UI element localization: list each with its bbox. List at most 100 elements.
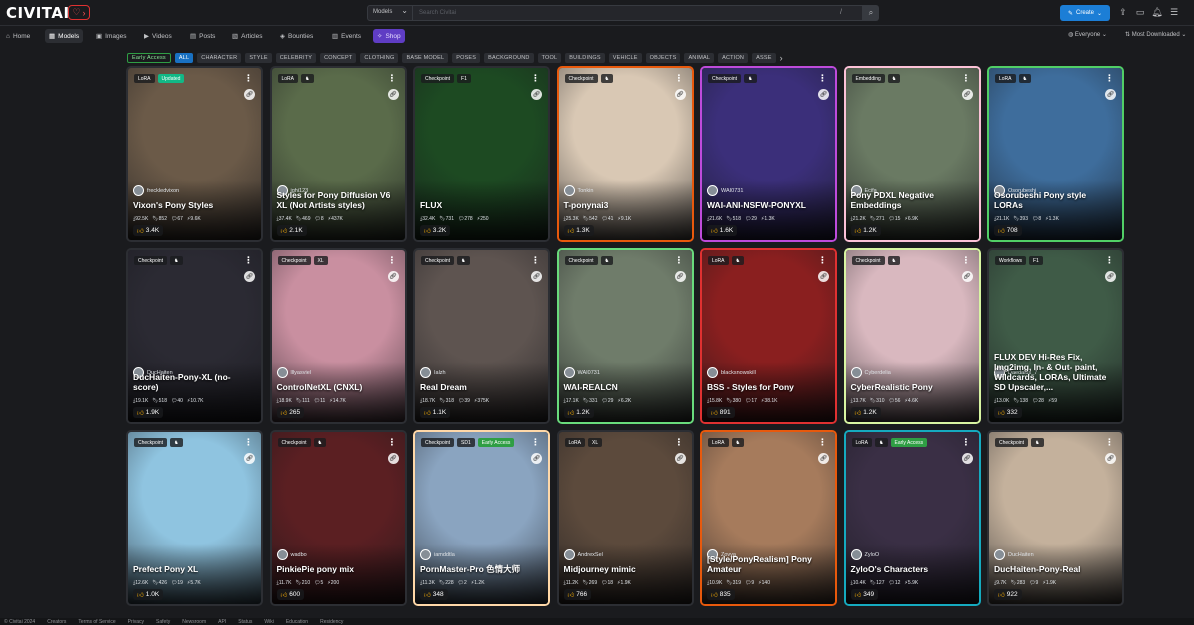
- link-icon[interactable]: 🔗︎: [531, 271, 542, 282]
- chip-concept[interactable]: CONCEPT: [320, 52, 357, 63]
- model-card[interactable]: LoRA ♞ ⋮ 🔗︎ Zovya [Style/PonyRealism] Pony Am…: [700, 430, 837, 606]
- link-icon[interactable]: 🔗︎: [387, 89, 399, 100]
- link-icon[interactable]: 🔗︎: [818, 89, 829, 100]
- model-title[interactable]: FLUX: [420, 200, 543, 210]
- more-options-icon[interactable]: ⋮: [962, 255, 971, 266]
- chevron-right-icon[interactable]: ›: [780, 53, 783, 63]
- chip-action[interactable]: ACTION: [718, 52, 749, 63]
- link-icon[interactable]: 🔗︎: [531, 453, 542, 464]
- chip-background[interactable]: BACKGROUND: [484, 52, 534, 63]
- model-title[interactable]: DucHaiten-Pony-Real: [994, 564, 1117, 574]
- link-icon[interactable]: 🔗︎: [1105, 271, 1116, 282]
- link-icon[interactable]: 🔗︎: [961, 453, 973, 464]
- link-icon[interactable]: 🔗︎: [531, 89, 542, 100]
- link-icon[interactable]: 🔗︎: [244, 89, 255, 100]
- link-icon[interactable]: 🔗︎: [818, 453, 829, 464]
- link-icon[interactable]: 🔗︎: [961, 89, 973, 100]
- footer-link[interactable]: API: [218, 619, 226, 625]
- more-options-icon[interactable]: ⋮: [962, 437, 971, 448]
- model-card[interactable]: Embedding ♞ ⋮ 🔗︎ Ecifa Pony PDXL Negative Emb…: [843, 66, 981, 242]
- search-input[interactable]: Search Civitai /: [413, 5, 863, 21]
- footer-link[interactable]: Terms of Service: [78, 619, 115, 625]
- model-card[interactable]: LoRA ♞ ⋮ 🔗︎ blacksnowskill BSS - Styles for P…: [700, 248, 837, 424]
- likes-count[interactable]: 👍︎ 1.2K: [850, 407, 881, 418]
- bell-icon[interactable]: 🔔︎: [1151, 6, 1163, 18]
- model-title[interactable]: Prefect Pony XL: [133, 564, 256, 574]
- model-card[interactable]: Workflows F1 ⋮ 🔗︎ Daedalus_7 FLUX DEV Hi-Res …: [987, 248, 1124, 424]
- more-options-icon[interactable]: ⋮: [818, 73, 827, 84]
- author[interactable]: blacksnowskill: [707, 367, 756, 378]
- search-button[interactable]: ⌕: [863, 5, 879, 21]
- audience-filter[interactable]: ◍ Everyone ⌄: [1068, 31, 1107, 38]
- link-icon[interactable]: 🔗︎: [244, 453, 255, 464]
- chip-all[interactable]: ALL: [174, 52, 194, 63]
- more-options-icon[interactable]: ⋮: [388, 73, 397, 84]
- model-card[interactable]: Checkpoint ♞ ⋮ 🔗︎ Tonkin T-ponynai3 ⤓25.3K 🔖︎54…: [556, 66, 694, 242]
- likes-count[interactable]: 👍︎ 332: [994, 407, 1022, 418]
- model-title[interactable]: CyberRealistic Pony: [851, 382, 974, 392]
- model-title[interactable]: WAI-REALCN: [564, 382, 687, 392]
- author[interactable]: Ialzh: [420, 367, 446, 378]
- chip-assets[interactable]: ASSE: [752, 52, 776, 63]
- create-button[interactable]: ✎ Create ⌄: [1060, 5, 1110, 21]
- link-icon[interactable]: 🔗︎: [674, 271, 686, 282]
- more-options-icon[interactable]: ⋮: [244, 255, 253, 266]
- author[interactable]: WAI0731: [707, 185, 743, 196]
- nav-events[interactable]: ▥ Events: [328, 29, 365, 43]
- more-options-icon[interactable]: ⋮: [531, 73, 540, 84]
- likes-count[interactable]: 👍︎ 922: [994, 589, 1022, 600]
- model-title[interactable]: Real Dream: [420, 382, 543, 392]
- more-options-icon[interactable]: ⋮: [388, 255, 397, 266]
- author[interactable]: wadbo: [276, 549, 307, 560]
- model-card[interactable]: Checkpoint XL ⋮ 🔗︎ lllyasviel ControlNetXL (C…: [269, 248, 407, 424]
- chip-tool[interactable]: TOOL: [537, 52, 562, 63]
- likes-count[interactable]: 👍︎ 3.4K: [133, 225, 164, 236]
- screen-icon[interactable]: ▭: [1134, 6, 1146, 18]
- likes-count[interactable]: 👍︎ 891: [707, 407, 735, 418]
- model-title[interactable]: ZyloO's Characters: [851, 564, 974, 574]
- more-options-icon[interactable]: ⋮: [244, 437, 253, 448]
- author[interactable]: freckledvixon: [133, 185, 179, 196]
- author[interactable]: DucHaiten: [994, 549, 1034, 560]
- model-card[interactable]: Checkpoint ♞ ⋮ 🔗︎ DucHaiten DucHaiten-Pony-Re…: [987, 430, 1124, 606]
- footer-link[interactable]: Education: [286, 619, 308, 625]
- model-card[interactable]: Checkpoint SD1 Early Access ⋮ 🔗︎ iamddtla Porn…: [413, 430, 550, 606]
- model-card[interactable]: LoRA XL ⋮ 🔗︎ AndrexSel Midjourney mimic ⤓11.2K…: [556, 430, 694, 606]
- nav-videos[interactable]: ▶ Videos: [140, 29, 176, 43]
- civitai-logo[interactable]: CIVITAI: [6, 4, 70, 22]
- model-title[interactable]: BSS - Styles for Pony: [707, 382, 830, 392]
- model-card[interactable]: Checkpoint ♞ ⋮ 🔗︎ DucHaiten DucHaiten-Pony-XL…: [126, 248, 263, 424]
- link-icon[interactable]: 🔗︎: [387, 271, 399, 282]
- model-card[interactable]: LoRA ♞ ⋮ 🔗︎ Osorubeshi Osorubeshi Pony style …: [987, 66, 1124, 242]
- model-title[interactable]: Osorubeshi Pony style LORAs: [994, 190, 1117, 210]
- chip-early-access[interactable]: Early Access: [127, 52, 171, 63]
- upload-icon[interactable]: ⇪: [1117, 6, 1129, 18]
- model-card[interactable]: Checkpoint ♞ ⋮ 🔗︎ Prefect Pony XL ⤓12.6K 🔖︎426…: [126, 430, 263, 606]
- more-options-icon[interactable]: ⋮: [1105, 437, 1114, 448]
- link-icon[interactable]: 🔗︎: [961, 271, 973, 282]
- model-card[interactable]: LoRA Updated ⋮ 🔗︎ freckledvixon Vixon's Pony …: [126, 66, 263, 242]
- link-icon[interactable]: 🔗︎: [244, 271, 255, 282]
- likes-count[interactable]: 👍︎ 1.0K: [133, 589, 164, 600]
- more-options-icon[interactable]: ⋮: [675, 437, 684, 448]
- model-title[interactable]: DucHaiten-Pony-XL (no-score): [133, 372, 256, 392]
- more-options-icon[interactable]: ⋮: [962, 73, 971, 84]
- chip-clothing[interactable]: CLOTHING: [360, 52, 399, 63]
- chip-animal[interactable]: ANIMAL: [684, 52, 715, 63]
- likes-count[interactable]: 👍︎ 3.2K: [420, 225, 451, 236]
- likes-count[interactable]: 👍︎ 1.6K: [707, 225, 738, 236]
- author[interactable]: lllyasviel: [276, 367, 311, 378]
- model-card[interactable]: Checkpoint ♞ ⋮ 🔗︎ Ialzh Real Dream ⤓18.7K 🔖︎318…: [413, 248, 550, 424]
- nav-posts[interactable]: ▤ Posts: [186, 29, 219, 43]
- model-title[interactable]: ControlNetXL (CNXL): [277, 382, 400, 392]
- model-title[interactable]: Pony PDXL Negative Embeddings: [851, 190, 974, 210]
- chip-buildings[interactable]: BUILDINGS: [565, 52, 605, 63]
- more-options-icon[interactable]: ⋮: [244, 73, 253, 84]
- footer-link[interactable]: Privacy: [128, 619, 144, 625]
- chip-base-model[interactable]: BASE MODEL: [402, 52, 449, 63]
- footer-link[interactable]: Safety: [156, 619, 170, 625]
- link-icon[interactable]: 🔗︎: [674, 89, 686, 100]
- footer-link[interactable]: Wiki: [264, 619, 273, 625]
- nav-images[interactable]: ▣ Images: [92, 29, 130, 43]
- likes-count[interactable]: 👍︎ 265: [276, 407, 305, 418]
